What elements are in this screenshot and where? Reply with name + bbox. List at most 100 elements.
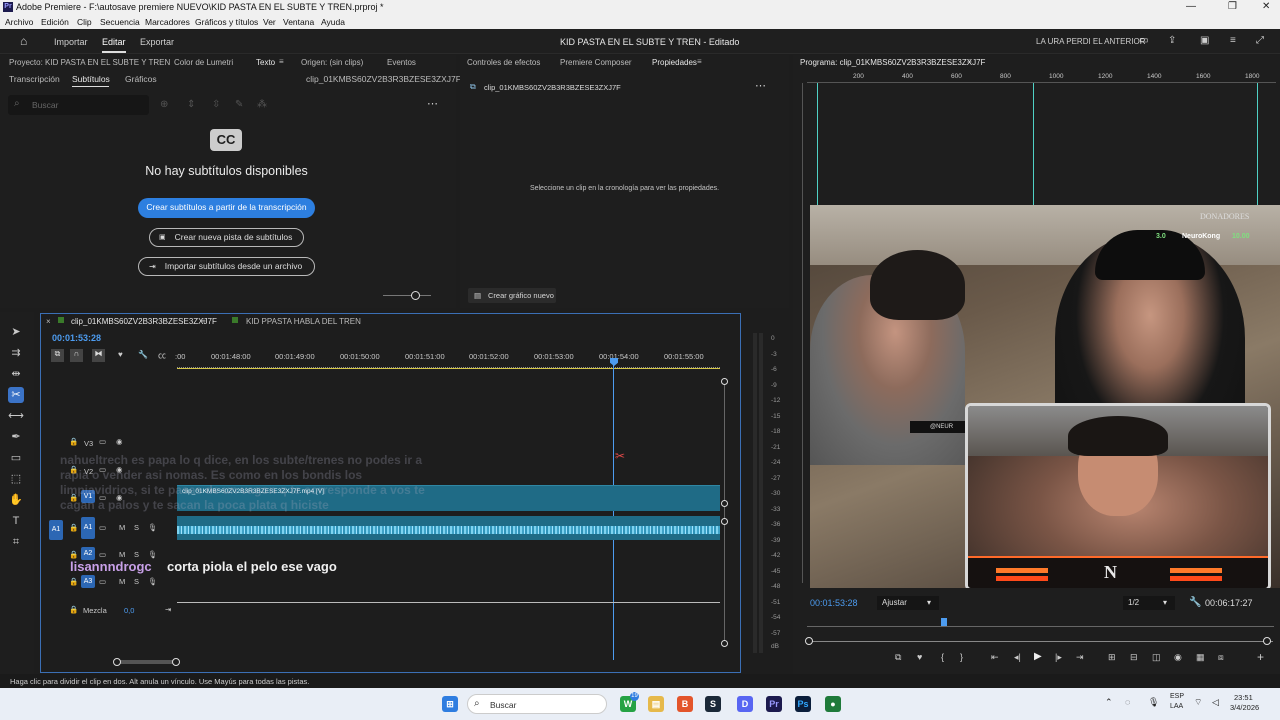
export-frame-icon[interactable]: ◫ bbox=[1152, 652, 1161, 663]
lock-icon[interactable]: 🔒 bbox=[69, 523, 78, 532]
steam-icon[interactable]: S bbox=[705, 696, 721, 712]
mic-icon[interactable]: 🎙 bbox=[148, 577, 158, 586]
home-icon[interactable]: ⌂ bbox=[20, 34, 27, 48]
menu-ver[interactable]: Ver bbox=[263, 17, 276, 27]
create-captions-from-transcript-button[interactable]: Crear subtítulos a partir de la transcri… bbox=[138, 198, 315, 218]
discord-icon[interactable]: D bbox=[737, 696, 753, 712]
tab-lumetri[interactable]: Color de Lumetri bbox=[174, 58, 233, 67]
pen-tool-icon[interactable]: ✒ bbox=[8, 429, 24, 445]
tab-text[interactable]: Texto bbox=[256, 58, 275, 67]
playhead-marker[interactable] bbox=[941, 618, 947, 626]
fullscreen-icon[interactable]: ⤢ bbox=[1256, 35, 1264, 46]
panel-menu-icon[interactable]: ≡ bbox=[279, 57, 284, 66]
play-icon[interactable]: ▶ bbox=[1034, 651, 1042, 662]
lock-icon[interactable]: 🔒 bbox=[69, 577, 78, 586]
sequence-tab-active[interactable]: clip_01KMBS60ZV2B3R3BZESE3ZXJ7F bbox=[71, 317, 217, 326]
add-marker-icon[interactable]: ⧉ bbox=[895, 652, 901, 663]
menu-graficos[interactable]: Gráficos y títulos bbox=[195, 17, 258, 27]
create-caption-track-button[interactable]: ▣ Crear nueva pista de subtítulos bbox=[149, 228, 304, 247]
sync-icon[interactable]: ▭ bbox=[99, 550, 106, 559]
marker-icon[interactable]: ♥ bbox=[917, 652, 922, 662]
rectangle-tool-icon[interactable]: ▭ bbox=[8, 450, 24, 466]
minimize-button[interactable]: — bbox=[1186, 1, 1196, 12]
sequence-menu-icon[interactable]: ≡ bbox=[201, 316, 206, 325]
windows-start-icon[interactable]: ⊞ bbox=[442, 696, 458, 712]
chevron-up-icon[interactable]: ⌃ bbox=[1105, 697, 1113, 708]
hscroll-handle-left[interactable] bbox=[113, 658, 121, 666]
edit-tab[interactable]: Editar bbox=[102, 37, 126, 47]
hscroll-handle-right[interactable] bbox=[172, 658, 180, 666]
translate-icon[interactable]: ⁂ bbox=[257, 99, 267, 110]
workspace-icon[interactable]: ▭ bbox=[1139, 35, 1148, 46]
menu-edicion[interactable]: Edición bbox=[41, 17, 69, 27]
sync-icon[interactable]: ▭ bbox=[99, 523, 106, 532]
scroll-handle[interactable] bbox=[721, 378, 728, 385]
hand-tool-icon[interactable]: ✋ bbox=[8, 492, 24, 508]
go-to-out-icon[interactable]: ⇥ bbox=[1076, 652, 1084, 663]
tab-premiere-composer[interactable]: Premiere Composer bbox=[560, 58, 632, 67]
language-label[interactable]: ESP bbox=[1170, 693, 1184, 700]
solo-button[interactable]: S bbox=[134, 550, 139, 559]
tab-project[interactable]: Proyecto: KID PASTA EN EL SUBTE Y TREN bbox=[9, 58, 170, 67]
new-graphic-button[interactable]: ▤ Crear gráfico nuevo bbox=[468, 288, 556, 303]
file-explorer-icon[interactable]: ▤ bbox=[648, 696, 664, 712]
wrench-icon[interactable]: 🔧 bbox=[1189, 597, 1201, 608]
properties-more-icon[interactable]: ⋯ bbox=[755, 79, 766, 92]
vertical-scrollbar[interactable] bbox=[724, 381, 725, 643]
tab-effect-controls[interactable]: Controles de efectos bbox=[467, 58, 540, 67]
mic-tray-icon[interactable]: 🎙 bbox=[1148, 697, 1159, 708]
type-tool-icon[interactable]: T bbox=[8, 513, 24, 529]
import-captions-button[interactable]: ⇥ Importar subtítulos desde un archivo bbox=[138, 257, 315, 276]
mute-button[interactable]: M bbox=[119, 577, 125, 586]
app-icon[interactable]: ● bbox=[825, 696, 841, 712]
settings-icon[interactable]: ≡ bbox=[1230, 35, 1236, 46]
volume-icon[interactable]: ◁ bbox=[1212, 697, 1219, 708]
more-options-icon[interactable]: ⋯ bbox=[427, 97, 438, 110]
subtab-graphics[interactable]: Gráficos bbox=[125, 74, 157, 84]
track-a3-target[interactable]: A3 bbox=[81, 575, 95, 588]
notifications-icon[interactable]: ▣ bbox=[1200, 35, 1209, 46]
scroll-handle[interactable] bbox=[721, 518, 728, 525]
mic-icon[interactable]: 🎙 bbox=[148, 523, 158, 532]
resolution-dropdown[interactable]: 1/2 ▾ bbox=[1123, 596, 1175, 610]
merge-caption-icon[interactable]: ⇳ bbox=[212, 99, 220, 110]
sync-icon[interactable]: ▭ bbox=[99, 577, 106, 586]
add-button-icon[interactable]: + bbox=[1257, 650, 1264, 664]
edit-caption-icon[interactable]: ✎ bbox=[235, 99, 243, 110]
track-select-tool-icon[interactable]: ⇉ bbox=[8, 345, 24, 361]
slip-tool-icon[interactable]: ⟷ bbox=[8, 408, 24, 424]
transform-tool-icon[interactable]: ⬚ bbox=[8, 471, 24, 487]
close-sequence-icon[interactable]: × bbox=[46, 317, 51, 326]
menu-ayuda[interactable]: Ayuda bbox=[321, 17, 345, 27]
mark-in-icon[interactable]: { bbox=[941, 652, 944, 662]
subtab-captions[interactable]: Subtítulos bbox=[72, 74, 110, 84]
mute-button[interactable]: M bbox=[119, 550, 125, 559]
properties-menu-icon[interactable]: ≡ bbox=[697, 57, 702, 66]
photoshop-icon[interactable]: Ps bbox=[795, 696, 811, 712]
scroll-handle[interactable] bbox=[721, 640, 728, 647]
wifi-icon[interactable]: ⌔ bbox=[1194, 697, 1202, 708]
menu-secuencia[interactable]: Secuencia bbox=[100, 17, 140, 27]
close-button[interactable]: ✕ bbox=[1262, 1, 1270, 12]
timeline-settings-icon[interactable]: 🔧 bbox=[138, 350, 148, 359]
menu-ventana[interactable]: Ventana bbox=[283, 17, 314, 27]
ripple-edit-tool-icon[interactable]: ⇹ bbox=[8, 366, 24, 382]
add-marker-icon[interactable]: ♥ bbox=[118, 350, 123, 359]
share-icon[interactable]: ⇪ bbox=[1168, 35, 1176, 46]
multicam-icon[interactable]: ⧈ bbox=[1218, 652, 1224, 663]
split-caption-icon[interactable]: ⇕ bbox=[187, 99, 195, 110]
go-to-in-icon[interactable]: ⇤ bbox=[991, 652, 999, 663]
audio-clip[interactable] bbox=[177, 516, 720, 540]
extract-icon[interactable]: ⊟ bbox=[1130, 652, 1138, 663]
camera-icon[interactable]: ◉ bbox=[1174, 652, 1182, 663]
zoom-handle-right[interactable] bbox=[1263, 637, 1271, 645]
mic-icon[interactable]: 🎙 bbox=[148, 550, 158, 559]
add-caption-icon[interactable]: ⊕ bbox=[160, 99, 168, 110]
zoom-slider-handle[interactable] bbox=[411, 291, 420, 300]
nest-icon[interactable]: ⧉ bbox=[51, 349, 64, 362]
subtab-transcription[interactable]: Transcripción bbox=[9, 74, 60, 84]
step-back-icon[interactable]: ◂| bbox=[1014, 652, 1021, 663]
mute-button[interactable]: M bbox=[119, 523, 125, 532]
network-icon[interactable]: ◌ bbox=[1125, 697, 1130, 707]
brave-icon[interactable]: B bbox=[677, 696, 693, 712]
